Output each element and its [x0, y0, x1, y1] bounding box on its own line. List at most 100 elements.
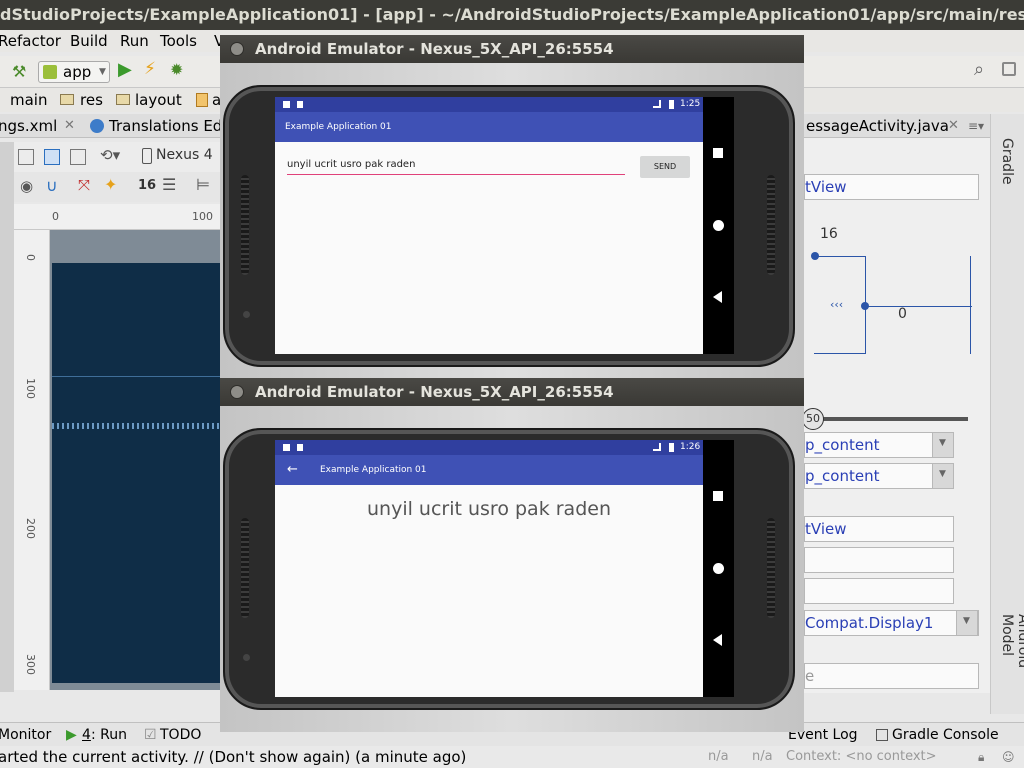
tool-run-number[interactable]: 4: [82, 723, 91, 747]
both-views-icon[interactable]: [70, 149, 86, 165]
menu-refactor[interactable]: Refactor: [0, 30, 61, 52]
breadcrumb-main[interactable]: main: [10, 88, 47, 112]
android-status-bar: 1:25: [275, 97, 703, 112]
blueprint-surface[interactable]: [52, 263, 222, 683]
send-button[interactable]: SEND: [640, 156, 690, 178]
infer-constraints-icon[interactable]: ✦: [104, 175, 117, 194]
back-icon[interactable]: [713, 634, 722, 646]
signal-icon: [653, 100, 661, 108]
layout-width-dropdown[interactable]: ▼: [932, 432, 954, 458]
component-id-field[interactable]: tView: [804, 174, 979, 200]
recents-icon[interactable]: [713, 148, 723, 158]
margin-top-value[interactable]: 16: [820, 226, 838, 242]
phone-icon: [142, 148, 152, 164]
component-id-value: tView: [805, 178, 847, 196]
side-tab-gradle[interactable]: Gradle: [999, 138, 1015, 185]
bias-slider-thumb[interactable]: 50: [802, 408, 824, 430]
text-attribute-field[interactable]: tView: [804, 516, 954, 542]
run-play-icon[interactable]: ▶: [118, 59, 132, 80]
back-icon[interactable]: [713, 291, 722, 303]
constraint-anchor: [811, 252, 819, 260]
speaker-grille: [767, 175, 775, 275]
design-view-icon[interactable]: [18, 149, 34, 165]
close-icon[interactable]: ✕: [64, 114, 75, 138]
message-display: unyil ucrit usro pak raden: [367, 498, 611, 520]
text-appearance-dropdown[interactable]: ▼: [956, 610, 978, 636]
pack-icon[interactable]: ☰: [162, 175, 176, 194]
margin-start-value[interactable]: 0: [898, 306, 907, 322]
device-selector[interactable]: Nexus 4: [156, 147, 213, 163]
tool-gradle-console[interactable]: Gradle Console: [892, 723, 999, 747]
clock-text: 1:26: [680, 442, 701, 452]
tool-todo[interactable]: TODO: [160, 723, 201, 747]
speaker-grille: [241, 518, 249, 618]
close-icon[interactable]: [230, 42, 244, 56]
tool-monitor[interactable]: Monitor: [0, 723, 51, 747]
message-input[interactable]: unyil ucrit usro pak raden: [287, 159, 625, 175]
clock-text: 1:25: [680, 99, 701, 109]
eye-icon[interactable]: ◉: [20, 177, 33, 195]
status-context[interactable]: Context: <no context>: [786, 746, 937, 768]
status-na-2: n/a: [752, 749, 773, 764]
breadcrumb-layout[interactable]: layout: [135, 88, 182, 112]
emulator-title: Android Emulator - Nexus_5X_API_26:5554: [255, 40, 614, 58]
ruler-label: 100: [192, 210, 213, 223]
sd-card-icon: [297, 101, 303, 108]
recents-icon[interactable]: [713, 491, 723, 501]
tab-list-icon[interactable]: ≡▾: [968, 114, 984, 138]
globe-icon: [90, 119, 104, 133]
chevron-down-icon: ▼: [939, 469, 946, 479]
inspector-icon[interactable]: ☺: [1002, 746, 1015, 768]
clear-constraints-icon[interactable]: ⤧: [78, 176, 90, 194]
ruler-label: 100: [24, 378, 37, 399]
align-icon[interactable]: ⊨: [196, 175, 210, 194]
search-everywhere-icon[interactable]: ⌕: [974, 59, 984, 80]
device-screen[interactable]: 1:26 ← Example Application 01 unyil ucri…: [275, 440, 703, 697]
empty-attribute-field[interactable]: [804, 578, 954, 604]
device-screen[interactable]: 1:25 Example Application 01 unyil ucrit …: [275, 97, 703, 354]
bias-slider[interactable]: 50: [802, 408, 968, 430]
close-icon[interactable]: [230, 385, 244, 399]
magnet-icon[interactable]: ∪: [46, 176, 58, 195]
console-icon: [876, 729, 888, 741]
sd-card-icon: [297, 444, 303, 451]
layout-height-dropdown[interactable]: ▼: [932, 463, 954, 489]
tab-translations-editor[interactable]: Translations Ed: [109, 114, 222, 138]
apply-changes-icon[interactable]: ⚡: [144, 59, 156, 79]
status-na-1: n/a: [708, 749, 729, 764]
tab-display-message-activity[interactable]: essageActivity.java: [806, 114, 949, 138]
orientation-icon[interactable]: ⟲▾: [100, 146, 120, 164]
tab-strings-xml[interactable]: ngs.xml: [0, 114, 57, 138]
default-margin-field[interactable]: 16: [138, 178, 156, 193]
constraint-widget[interactable]: 16 0 ‹‹‹: [804, 216, 984, 356]
home-icon[interactable]: [713, 220, 724, 231]
emulator-title-bar[interactable]: Android Emulator - Nexus_5X_API_26:5554: [220, 378, 804, 406]
last-attribute-field[interactable]: e: [804, 663, 979, 689]
run-config-dropdown[interactable]: app ▼: [38, 61, 110, 83]
android-status-bar: 1:26: [275, 440, 703, 455]
close-icon[interactable]: ✕: [948, 114, 959, 138]
tool-run[interactable]: : Run: [91, 723, 127, 747]
ide-extra-icon[interactable]: [1002, 62, 1016, 76]
text-appearance-field[interactable]: Compat.Display1: [804, 610, 979, 636]
chevron-down-icon: ▼: [963, 616, 970, 626]
emulator-title-bar[interactable]: Android Emulator - Nexus_5X_API_26:5554: [220, 35, 804, 63]
blueprint-view-icon[interactable]: [44, 149, 60, 165]
emulator-body: 1:25 Example Application 01 unyil ucrit …: [220, 63, 804, 378]
app-toolbar: ← Example Application 01: [275, 455, 703, 485]
menu-run[interactable]: Run: [120, 30, 149, 52]
constraint-vline: [970, 256, 971, 354]
menu-build[interactable]: Build: [70, 30, 108, 52]
build-hammer-icon[interactable]: ⚒: [12, 62, 26, 81]
back-arrow-icon[interactable]: ←: [287, 455, 298, 485]
menu-tools[interactable]: Tools: [160, 30, 197, 52]
debug-bug-icon[interactable]: ✹: [170, 60, 183, 79]
android-nav-bar: [703, 440, 734, 697]
notification-a-icon: [283, 101, 290, 108]
home-icon[interactable]: [713, 563, 724, 574]
side-tab-android-model[interactable]: Android Model: [999, 614, 1024, 714]
todo-icon: ☑: [144, 727, 157, 743]
signal-icon: [653, 443, 661, 451]
empty-attribute-field[interactable]: [804, 547, 954, 573]
breadcrumb-res[interactable]: res: [80, 88, 103, 112]
